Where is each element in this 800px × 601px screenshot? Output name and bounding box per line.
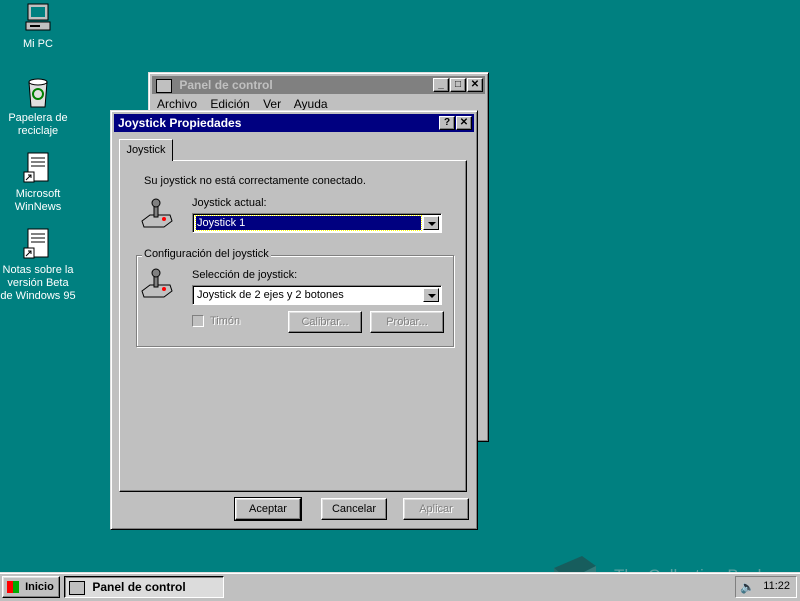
- cancel-button[interactable]: Cancelar: [321, 498, 387, 520]
- joystick-properties-dialog[interactable]: Joystick Propiedades ? ✕ Joystick Su joy…: [110, 110, 478, 530]
- ok-button[interactable]: Aceptar: [234, 497, 302, 521]
- speaker-icon[interactable]: 🔈: [740, 580, 755, 594]
- desktop-icon-beta-notes[interactable]: Notas sobre la versión Beta de Windows 9…: [0, 228, 76, 303]
- status-text: Su joystick no está correctamente conect…: [144, 175, 366, 187]
- tab-panel: Su joystick no está correctamente conect…: [119, 160, 467, 492]
- close-button[interactable]: ✕: [456, 116, 472, 130]
- desktop-icon-label: Notas sobre la versión Beta de Windows 9…: [0, 264, 76, 302]
- group-label: Configuración del joystick: [142, 248, 271, 260]
- current-joystick-value: Joystick 1: [195, 215, 422, 231]
- desktop-icon-mi-pc[interactable]: Mi PC: [0, 2, 76, 51]
- desktop-icon-label: Papelera de reciclaje: [8, 112, 68, 137]
- chevron-down-icon[interactable]: [423, 288, 439, 302]
- joystick-selection-select[interactable]: Joystick de 2 ejes y 2 botones: [192, 285, 442, 305]
- start-button[interactable]: Inicio: [2, 576, 60, 598]
- control-panel-icon: [156, 78, 172, 93]
- taskbar-task-control-panel[interactable]: Panel de control: [64, 576, 224, 598]
- document-shortcut-icon: [22, 228, 54, 260]
- chevron-down-icon[interactable]: [423, 216, 439, 230]
- recycle-bin-icon: [22, 76, 54, 108]
- menu-ver[interactable]: Ver: [263, 97, 281, 111]
- windows-logo-icon: [7, 581, 19, 594]
- rudder-checkbox[interactable]: [192, 315, 204, 327]
- computer-icon: [22, 2, 54, 34]
- menu-bar: Archivo Edición Ver Ayuda: [157, 97, 338, 111]
- joystick-icon: [141, 198, 173, 228]
- menu-archivo[interactable]: Archivo: [157, 97, 197, 111]
- taskbar: Inicio Panel de control 🔈 11:22: [0, 572, 800, 601]
- maximize-button[interactable]: □: [450, 78, 466, 92]
- control-panel-titlebar[interactable]: Panel de control _ □ ✕: [152, 76, 485, 94]
- document-shortcut-icon: [22, 152, 54, 184]
- current-joystick-select[interactable]: Joystick 1: [192, 213, 442, 233]
- close-button[interactable]: ✕: [467, 78, 483, 92]
- calibrate-button[interactable]: Calibrar...: [288, 311, 362, 333]
- menu-edicion[interactable]: Edición: [210, 97, 249, 111]
- test-button[interactable]: Probar...: [370, 311, 444, 333]
- dialog-title: Joystick Propiedades: [118, 116, 242, 130]
- joystick-selection-label: Selección de joystick:: [192, 269, 298, 281]
- minimize-button[interactable]: _: [433, 78, 449, 92]
- start-label: Inicio: [25, 581, 54, 593]
- system-tray: 🔈 11:22: [735, 576, 797, 598]
- desktop-icon-recycle-bin[interactable]: Papelera de reciclaje: [0, 76, 76, 138]
- menu-ayuda[interactable]: Ayuda: [294, 97, 328, 111]
- help-button[interactable]: ?: [439, 116, 455, 130]
- joystick-icon: [141, 268, 173, 298]
- window-title: Panel de control: [179, 78, 273, 92]
- current-joystick-label: Joystick actual:: [192, 197, 267, 209]
- control-panel-icon: [69, 580, 85, 595]
- tab-joystick[interactable]: Joystick: [119, 139, 173, 161]
- desktop-icon-winnews[interactable]: Microsoft WinNews: [0, 152, 76, 214]
- dialog-titlebar[interactable]: Joystick Propiedades ? ✕: [114, 114, 474, 132]
- apply-button[interactable]: Aplicar: [403, 498, 469, 520]
- rudder-label: Timón: [210, 315, 241, 327]
- desktop-icon-label: Microsoft WinNews: [14, 188, 62, 213]
- tab-label: Joystick: [126, 144, 166, 156]
- task-label: Panel de control: [92, 580, 186, 594]
- desktop-icon-label: Mi PC: [23, 38, 53, 50]
- clock: 11:22: [763, 580, 790, 592]
- joystick-selection-value: Joystick de 2 ejes y 2 botones: [197, 289, 344, 301]
